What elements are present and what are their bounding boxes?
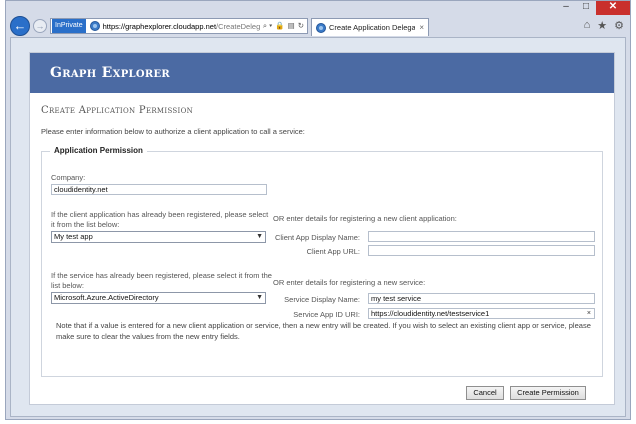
page-content: Graph Explorer Create Application Permis… <box>29 52 615 405</box>
chevron-down-icon: ▼ <box>256 294 263 301</box>
tab-title: Create Application Delegati... <box>329 23 416 32</box>
header-banner: Graph Explorer <box>30 53 614 93</box>
client-url-label: Client App URL: <box>306 247 360 256</box>
address-bar-icons: ⌕ ▾ 🔒 ▤ ↻ <box>260 21 307 31</box>
browser-toolbar-icons: ⌂ ★ ⚙ <box>584 19 624 32</box>
service-select-label: If the service has already been register… <box>51 271 272 290</box>
service-app-id-value: https://cloudidentity.net/testservice1 <box>371 309 490 318</box>
service-new-label: OR enter details for registering a new s… <box>273 278 426 287</box>
service-select[interactable]: Microsoft.Azure.ActiveDirectory ▼ <box>51 292 266 304</box>
service-display-name-input[interactable]: my test service <box>368 293 595 304</box>
client-new-label: OR enter details for registering a new c… <box>273 214 457 223</box>
tools-gear-icon[interactable]: ⚙ <box>614 19 624 32</box>
page-title: Create Application Permission <box>41 105 194 116</box>
browser-window: – □ ✕ ← → InPrivate https://graphexplore… <box>5 0 631 420</box>
url-text[interactable]: https://graphexplorer.cloudapp.net/Creat… <box>103 22 260 31</box>
forward-button[interactable]: → <box>33 19 47 33</box>
browser-chrome: – □ ✕ ← → InPrivate https://graphexplore… <box>6 1 630 37</box>
client-app-select-value: My test app <box>54 232 93 241</box>
service-app-id-input[interactable]: https://cloudidentity.net/testservice1 × <box>368 308 595 319</box>
home-icon[interactable]: ⌂ <box>584 19 591 32</box>
back-button[interactable]: ← <box>10 16 30 36</box>
site-favicon-icon <box>89 21 100 31</box>
company-input[interactable]: cloudidentity.net <box>51 184 267 195</box>
inprivate-badge: InPrivate <box>52 19 86 33</box>
service-display-name-label: Service Display Name: <box>284 295 360 304</box>
lock-icon[interactable]: 🔒 <box>275 21 284 31</box>
chevron-down-icon: ▼ <box>256 233 263 240</box>
client-app-select[interactable]: My test app ▼ <box>51 231 266 243</box>
app-title: Graph Explorer <box>50 65 171 81</box>
create-permission-button[interactable]: Create Permission <box>510 386 586 400</box>
client-select-label: If the client application has already be… <box>51 210 269 229</box>
favorites-star-icon[interactable]: ★ <box>597 19 607 32</box>
page-viewport: Graph Explorer Create Application Permis… <box>10 37 626 417</box>
client-display-name-input[interactable] <box>368 231 595 242</box>
application-permission-fieldset: Application Permission Company: cloudide… <box>41 146 603 377</box>
compatibility-view-icon[interactable]: ▤ <box>288 21 295 31</box>
minimize-button[interactable]: – <box>556 1 576 15</box>
fieldset-legend: Application Permission <box>50 146 147 155</box>
client-url-input[interactable] <box>368 245 595 256</box>
window-controls: – □ ✕ <box>556 1 630 15</box>
address-bar[interactable]: InPrivate https://graphexplorer.cloudapp… <box>50 18 308 34</box>
client-display-name-label: Client App Display Name: <box>274 233 360 242</box>
intro-text: Please enter information below to author… <box>41 127 305 136</box>
search-dropdown-icon[interactable]: ⌕ ▾ <box>263 21 272 31</box>
maximize-button[interactable]: □ <box>576 1 596 15</box>
tab-close-icon[interactable]: × <box>415 23 428 32</box>
service-app-id-label: Service App ID URI: <box>293 310 360 319</box>
browser-tab[interactable]: Create Application Delegati... × <box>311 18 429 36</box>
url-path: /CreateDelegati <box>216 21 260 31</box>
url-host: https://graphexplorer.cloudapp.net <box>102 21 217 31</box>
clear-field-icon[interactable]: × <box>587 309 591 318</box>
company-label: Company: <box>51 173 86 182</box>
close-window-button[interactable]: ✕ <box>596 1 630 15</box>
cancel-button[interactable]: Cancel <box>466 386 504 400</box>
service-select-value: Microsoft.Azure.ActiveDirectory <box>54 293 159 302</box>
note-text: Note that if a value is entered for a ne… <box>56 321 591 341</box>
refresh-icon[interactable]: ↻ <box>298 21 304 31</box>
tab-favicon-icon <box>316 22 326 33</box>
